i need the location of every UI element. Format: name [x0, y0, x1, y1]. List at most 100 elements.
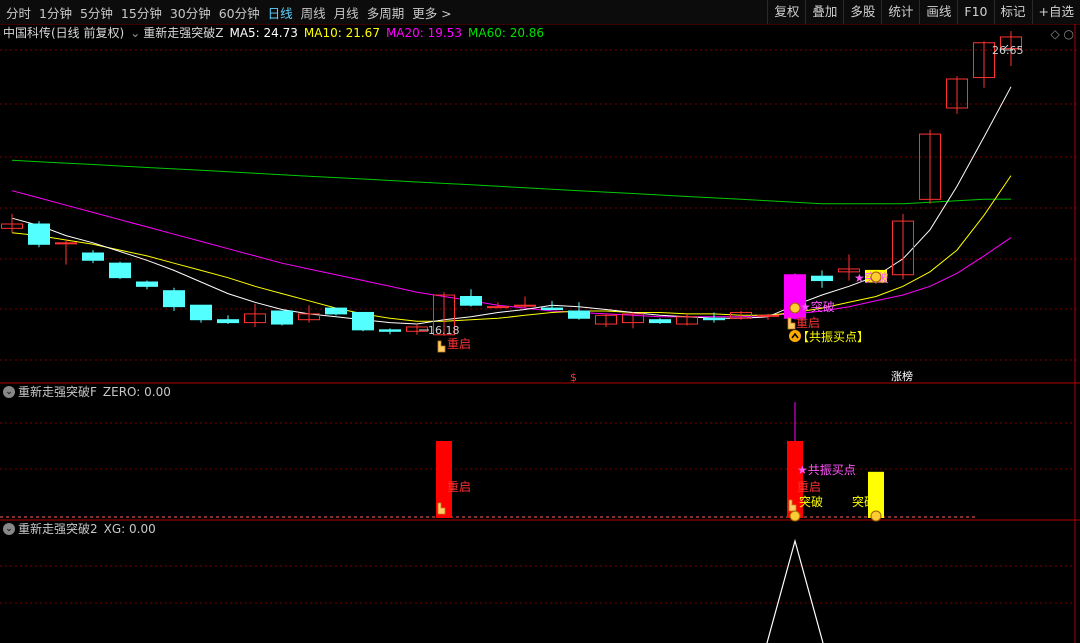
candle-body-25	[676, 316, 698, 325]
candle-13	[352, 311, 374, 332]
candle-body-17	[460, 296, 482, 306]
breakout-coin-icon-1-circle	[789, 302, 801, 314]
resonance-up-icon-chevron	[791, 332, 799, 339]
candle-body-20	[541, 307, 563, 311]
resonance-up-icon-circle	[789, 330, 801, 342]
candle-body-15	[406, 326, 428, 332]
tool-button-6[interactable]: 标记	[993, 0, 1032, 24]
panel2-title[interactable]: ⌄ 重新走强突破F ZERO: 0.00	[3, 384, 177, 400]
candle-12	[325, 307, 347, 316]
limit-up-badge[interactable]: 涨榜	[891, 369, 913, 383]
restart-label-1: 重启	[447, 337, 471, 351]
period-tab-3[interactable]: 15分钟	[121, 3, 162, 22]
period-tab-6[interactable]: 日线	[268, 3, 293, 22]
candle-6	[163, 287, 185, 311]
candle-body-14	[379, 329, 401, 332]
candle-1	[28, 221, 50, 248]
period-tab-7[interactable]: 周线	[301, 3, 326, 22]
period-tab-9[interactable]: 多周期	[367, 3, 405, 22]
restart-hand-icon-1	[437, 340, 446, 353]
ma60-line	[11, 159, 1012, 205]
candle-body-6	[163, 290, 185, 308]
candle-25	[676, 313, 698, 326]
p2-restart-label-1: 重启	[447, 480, 471, 494]
panel3-dropdown-icon[interactable]: ⌄	[3, 523, 15, 535]
period-toolbar: 分时 1分钟 5分钟 15分钟 30分钟 60分钟 日线 周线 月线 多周期 更多 > 复权 叠加 多股…	[0, 0, 1080, 25]
ma5-value: MA5: 24.73	[229, 26, 298, 40]
candle-body-29	[784, 274, 806, 319]
candle-28	[757, 313, 779, 320]
candle-15	[406, 324, 428, 335]
p2-resonance-label: ★共振买点	[797, 463, 856, 477]
candle-24	[649, 318, 671, 325]
tool-button-3[interactable]: 统计	[881, 0, 919, 24]
tool-button-0[interactable]: 复权	[767, 0, 805, 24]
p2-bar-0	[436, 441, 452, 518]
tool-button-2[interactable]: 多股	[843, 0, 881, 24]
breakout-coin-icon-2	[870, 271, 882, 283]
formula-name[interactable]: 重新走强突破Z	[143, 24, 223, 42]
candle-body-24	[649, 319, 671, 324]
kline-chart[interactable]: 26.65 16.18 重启 重启 ★突破 ★突破 【共振买点】 $ 涨榜 重启…	[0, 0, 1080, 643]
dollar-mark: $	[570, 371, 577, 384]
candle-body-5	[136, 281, 158, 287]
candle-body-34	[919, 133, 941, 200]
period-tab-8[interactable]: 月线	[334, 3, 359, 22]
breakout-coin-icon-2-circle	[870, 271, 882, 283]
panel3-title[interactable]: ⌄ 重新走强突破2 XG: 0.00	[3, 521, 162, 537]
tool-button-1[interactable]: 叠加	[805, 0, 843, 24]
ma10-value: MA10: 21.67	[303, 26, 380, 40]
restart-label-2: 重启	[796, 316, 820, 330]
candle-body-13	[352, 311, 374, 331]
candle-35	[946, 76, 968, 114]
p2-breakout-coin-icon-1	[789, 510, 801, 522]
resonance-buy-label: 【共振买点】	[797, 330, 869, 344]
p2-breakout-coin-icon-2	[870, 510, 882, 522]
candle-37	[1000, 31, 1022, 66]
candle-body-33	[892, 220, 914, 276]
corner-icons[interactable]: ◇ ○	[1050, 27, 1074, 41]
stock-title[interactable]: 中国科传(日线 前复权)	[3, 24, 124, 42]
formula-dropdown-icon[interactable]: ⌄	[130, 24, 140, 42]
candle-body-3	[82, 252, 104, 261]
candle-body-21	[568, 310, 590, 319]
candle-body-32	[865, 269, 887, 283]
period-tab-5[interactable]: 60分钟	[219, 3, 260, 22]
p2-bar-2	[868, 471, 884, 518]
candle-34	[919, 129, 941, 204]
tool-button-5[interactable]: F10	[957, 0, 993, 24]
candle-8	[217, 315, 239, 325]
p2-restart-label-2: 重启	[797, 480, 821, 494]
candle-32	[865, 269, 887, 284]
candle-body-36	[973, 42, 995, 79]
candle-16	[433, 292, 455, 336]
candle-0	[1, 213, 23, 233]
p2-restart-hand-icon-2	[788, 499, 797, 512]
period-tab-4[interactable]: 30分钟	[170, 3, 211, 22]
p2-breakout-label-1: 突破	[799, 494, 823, 509]
candle-26	[703, 312, 725, 323]
tool-button-4[interactable]: 画线	[919, 0, 957, 24]
candle-body-23	[622, 313, 644, 324]
panel2-dropdown-icon[interactable]: ⌄	[3, 386, 15, 398]
ma5-line	[11, 86, 1012, 325]
candle-body-11	[298, 313, 320, 321]
candle-body-2	[55, 242, 77, 245]
candle-30	[811, 270, 833, 288]
candle-body-7	[190, 304, 212, 321]
p2-breakout-label-2: 突破	[852, 494, 876, 509]
period-tab-0[interactable]: 分时	[6, 3, 31, 22]
candle-body-22	[595, 314, 617, 325]
period-tab-10[interactable]: 更多 >	[412, 3, 451, 22]
p2-bar-1	[787, 441, 803, 518]
candle-23	[622, 312, 644, 329]
candle-body-1	[28, 223, 50, 245]
candle-body-10	[271, 310, 293, 325]
candle-7	[190, 304, 212, 323]
candle-31	[838, 254, 860, 281]
period-tab-1[interactable]: 1分钟	[39, 3, 72, 22]
breakout-label-2: ★突破	[854, 270, 889, 285]
period-tab-2[interactable]: 5分钟	[80, 3, 113, 22]
tool-button-7[interactable]: +自选	[1031, 0, 1080, 24]
panel3-value: XG: 0.00	[103, 522, 156, 536]
